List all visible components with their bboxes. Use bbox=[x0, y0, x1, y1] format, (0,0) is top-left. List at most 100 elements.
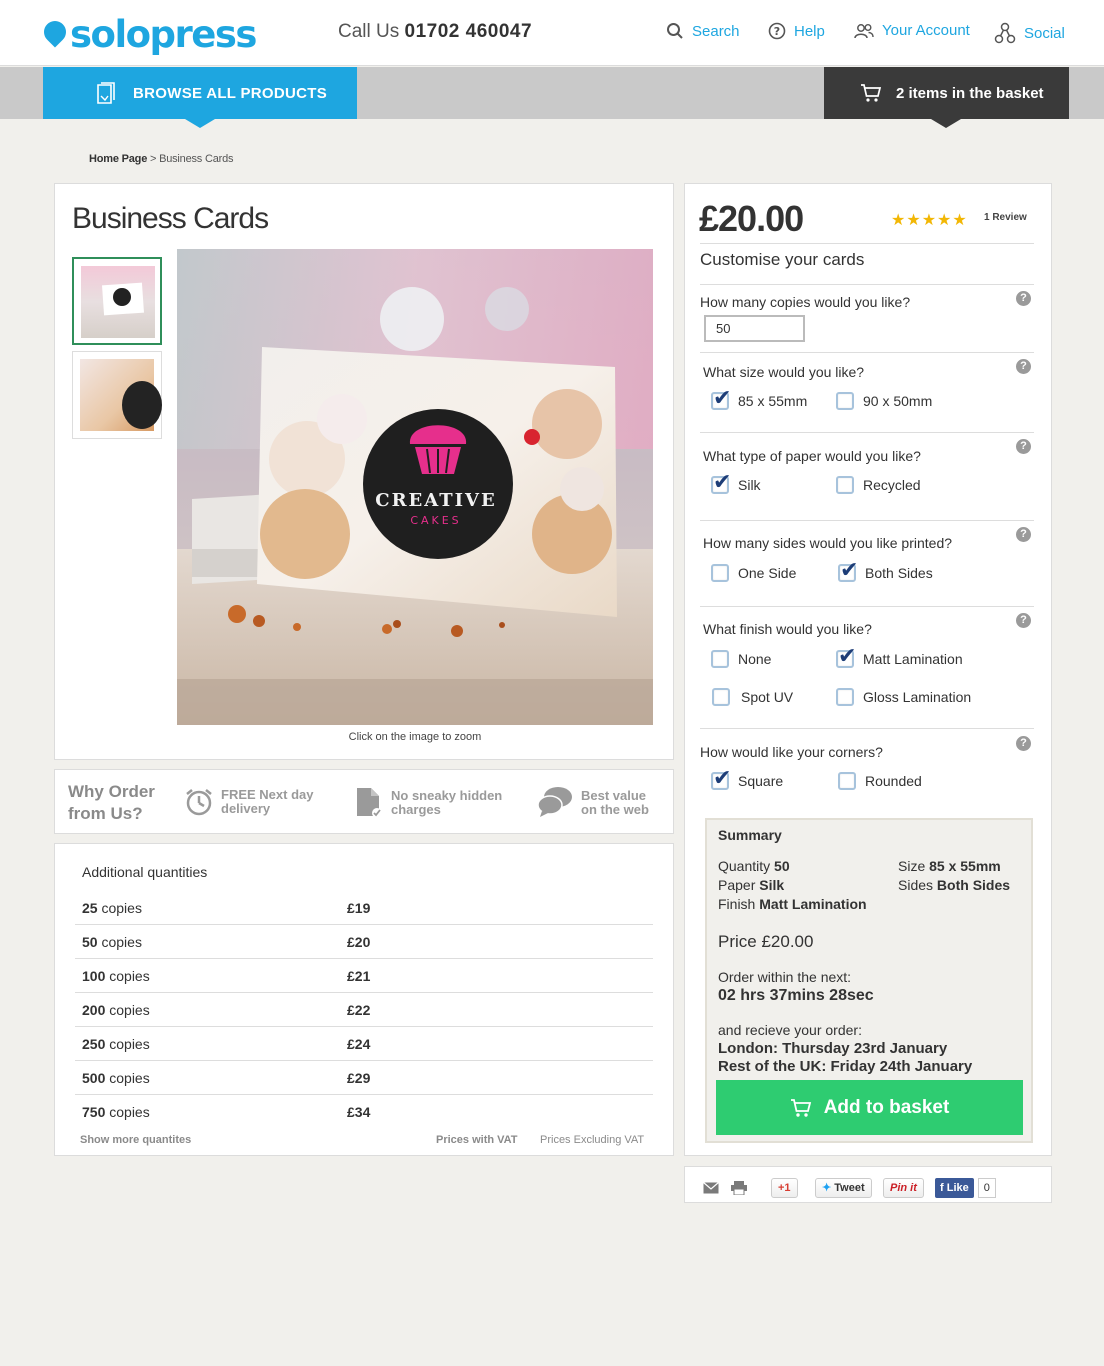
row-quantity: 50 copies bbox=[82, 934, 142, 950]
why-item-delivery: FREE Next day delivery bbox=[185, 788, 313, 816]
order-panel: £20.00 ★ ★ ★ ★ ★ 1 Review Customise your car… bbox=[684, 183, 1052, 1156]
checkbox-checked[interactable] bbox=[836, 644, 856, 669]
checkbox-checked[interactable] bbox=[711, 386, 731, 411]
finish-option-spot-uv[interactable]: Spot UV bbox=[712, 688, 793, 706]
add-to-basket-button[interactable]: Add to basket bbox=[716, 1080, 1023, 1135]
star-icon: ★ bbox=[891, 212, 906, 229]
browse-all-products-button[interactable]: BROWSE ALL PRODUCTS bbox=[43, 67, 357, 128]
row-quantity: 250 copies bbox=[82, 1036, 150, 1052]
divider bbox=[700, 352, 1034, 353]
checkbox[interactable] bbox=[836, 392, 854, 410]
help-link[interactable]: ? Help bbox=[768, 22, 825, 40]
cart-icon bbox=[861, 84, 882, 102]
corners-question: How would like your corners? bbox=[700, 744, 883, 760]
copies-input[interactable]: 50 bbox=[704, 315, 805, 342]
search-link[interactable]: Search bbox=[666, 22, 740, 40]
solopress-logo[interactable]: solopress bbox=[39, 13, 257, 56]
product-image[interactable]: CREATIVE CAKES bbox=[177, 249, 653, 725]
table-row[interactable]: 250 copies £24 bbox=[75, 1028, 653, 1061]
tweet-button[interactable]: ✦ Tweet bbox=[815, 1178, 872, 1198]
document-check-icon bbox=[357, 788, 382, 818]
checkbox-checked[interactable] bbox=[711, 766, 731, 791]
checkbox[interactable] bbox=[711, 650, 729, 668]
zoom-hint: Click on the image to zoom bbox=[348, 731, 482, 743]
table-row[interactable]: 50 copies £20 bbox=[75, 926, 653, 959]
row-quantity: 25 copies bbox=[82, 900, 142, 916]
divider bbox=[700, 243, 1034, 244]
row-price: £21 bbox=[347, 968, 371, 984]
table-row[interactable]: 750 copies £34 bbox=[75, 1096, 653, 1129]
finish-option-gloss[interactable]: Gloss Lamination bbox=[836, 688, 971, 706]
corners-option-square[interactable]: Square bbox=[711, 766, 783, 791]
row-quantity: 100 copies bbox=[82, 968, 150, 984]
star-icon: ★ bbox=[921, 212, 937, 229]
breadcrumb-home-link[interactable]: Home Page bbox=[89, 153, 147, 165]
account-link[interactable]: Your Account bbox=[854, 22, 970, 39]
document-icon bbox=[97, 82, 115, 104]
checkbox[interactable] bbox=[712, 688, 730, 706]
size-option-85x55[interactable]: 85 x 55mm bbox=[711, 386, 807, 411]
thumbnail-1[interactable] bbox=[72, 257, 162, 345]
checkbox-checked[interactable] bbox=[711, 470, 731, 495]
show-more-quantities-link[interactable]: Show more quantites bbox=[80, 1134, 191, 1146]
checkbox[interactable] bbox=[711, 564, 729, 582]
finish-option-none[interactable]: None bbox=[711, 650, 771, 668]
phone-number: Call Us 01702 460047 bbox=[338, 21, 533, 42]
why-item-no-charges: No sneaky hidden charges bbox=[355, 786, 502, 818]
help-icon: ? bbox=[768, 22, 786, 40]
table-row[interactable]: 200 copies £22 bbox=[75, 994, 653, 1027]
sides-option-one[interactable]: One Side bbox=[711, 564, 796, 582]
breadcrumb: Home Page > Business Cards bbox=[89, 153, 234, 165]
help-icon[interactable]: ? bbox=[1016, 527, 1031, 542]
facebook-like-button[interactable]: f Like 0 bbox=[935, 1178, 996, 1198]
basket-button[interactable]: 2 items in the basket bbox=[824, 67, 1069, 128]
sides-question: How many sides would you like printed? bbox=[703, 535, 953, 551]
why-order-panel: Why Order from Us? FREE Next day delivery… bbox=[54, 769, 674, 834]
finish-question: What finish would you like? bbox=[703, 621, 872, 637]
thumbnail-2[interactable] bbox=[72, 351, 162, 439]
checkbox[interactable] bbox=[836, 476, 854, 494]
sides-option-both[interactable]: Both Sides bbox=[838, 558, 933, 583]
table-row[interactable]: 500 copies £29 bbox=[75, 1062, 653, 1095]
divider bbox=[700, 284, 1034, 285]
social-link[interactable]: Social bbox=[994, 22, 1065, 44]
checkbox[interactable] bbox=[836, 688, 854, 706]
row-price: £20 bbox=[347, 934, 371, 950]
summary-finish: Finish Matt Lamination bbox=[718, 896, 867, 912]
reviews-link[interactable]: 1 Review bbox=[984, 212, 1027, 223]
size-option-90x50[interactable]: 90 x 50mm bbox=[836, 392, 932, 410]
breadcrumb-current: Business Cards bbox=[159, 153, 234, 165]
card-brand-text: CREATIVE bbox=[375, 490, 497, 511]
checkbox[interactable] bbox=[838, 772, 856, 790]
corners-option-rounded[interactable]: Rounded bbox=[838, 772, 922, 790]
product-price: £20.00 bbox=[699, 198, 804, 239]
row-price: £22 bbox=[347, 1002, 371, 1018]
twitter-bird-icon: ✦ bbox=[822, 1182, 832, 1194]
checkbox-checked[interactable] bbox=[838, 558, 858, 583]
help-icon[interactable]: ? bbox=[1016, 613, 1031, 628]
prices-excluding-vat-toggle[interactable]: Prices Excluding VAT bbox=[540, 1134, 644, 1146]
finish-option-matt[interactable]: Matt Lamination bbox=[836, 644, 963, 669]
countdown-timer: 02 hrs 37mins 28sec bbox=[718, 987, 874, 1004]
paper-option-recycled[interactable]: Recycled bbox=[836, 476, 921, 494]
table-row[interactable]: 25 copies £19 bbox=[75, 892, 653, 925]
paper-option-silk[interactable]: Silk bbox=[711, 470, 761, 495]
pinit-button[interactable]: Pin it bbox=[883, 1178, 924, 1198]
row-quantity: 750 copies bbox=[82, 1104, 150, 1120]
google-plus-button[interactable]: +1 bbox=[771, 1178, 798, 1198]
help-icon[interactable]: ? bbox=[1016, 359, 1031, 374]
table-row[interactable]: 100 copies £21 bbox=[75, 960, 653, 993]
size-question: What size would you like? bbox=[703, 364, 865, 380]
email-icon[interactable] bbox=[703, 1178, 719, 1198]
share-icon bbox=[994, 22, 1016, 44]
star-rating[interactable]: ★ ★ ★ ★ ★ bbox=[891, 210, 968, 230]
help-icon[interactable]: ? bbox=[1016, 736, 1031, 751]
prices-with-vat-toggle[interactable]: Prices with VAT bbox=[436, 1134, 518, 1146]
users-icon bbox=[854, 23, 874, 38]
print-icon[interactable] bbox=[731, 1178, 747, 1198]
star-icon: ★ bbox=[937, 212, 952, 229]
card-brand-subtext: CAKES bbox=[410, 514, 461, 527]
help-icon[interactable]: ? bbox=[1016, 291, 1031, 306]
star-icon: ★ bbox=[906, 212, 921, 229]
help-icon[interactable]: ? bbox=[1016, 439, 1031, 454]
